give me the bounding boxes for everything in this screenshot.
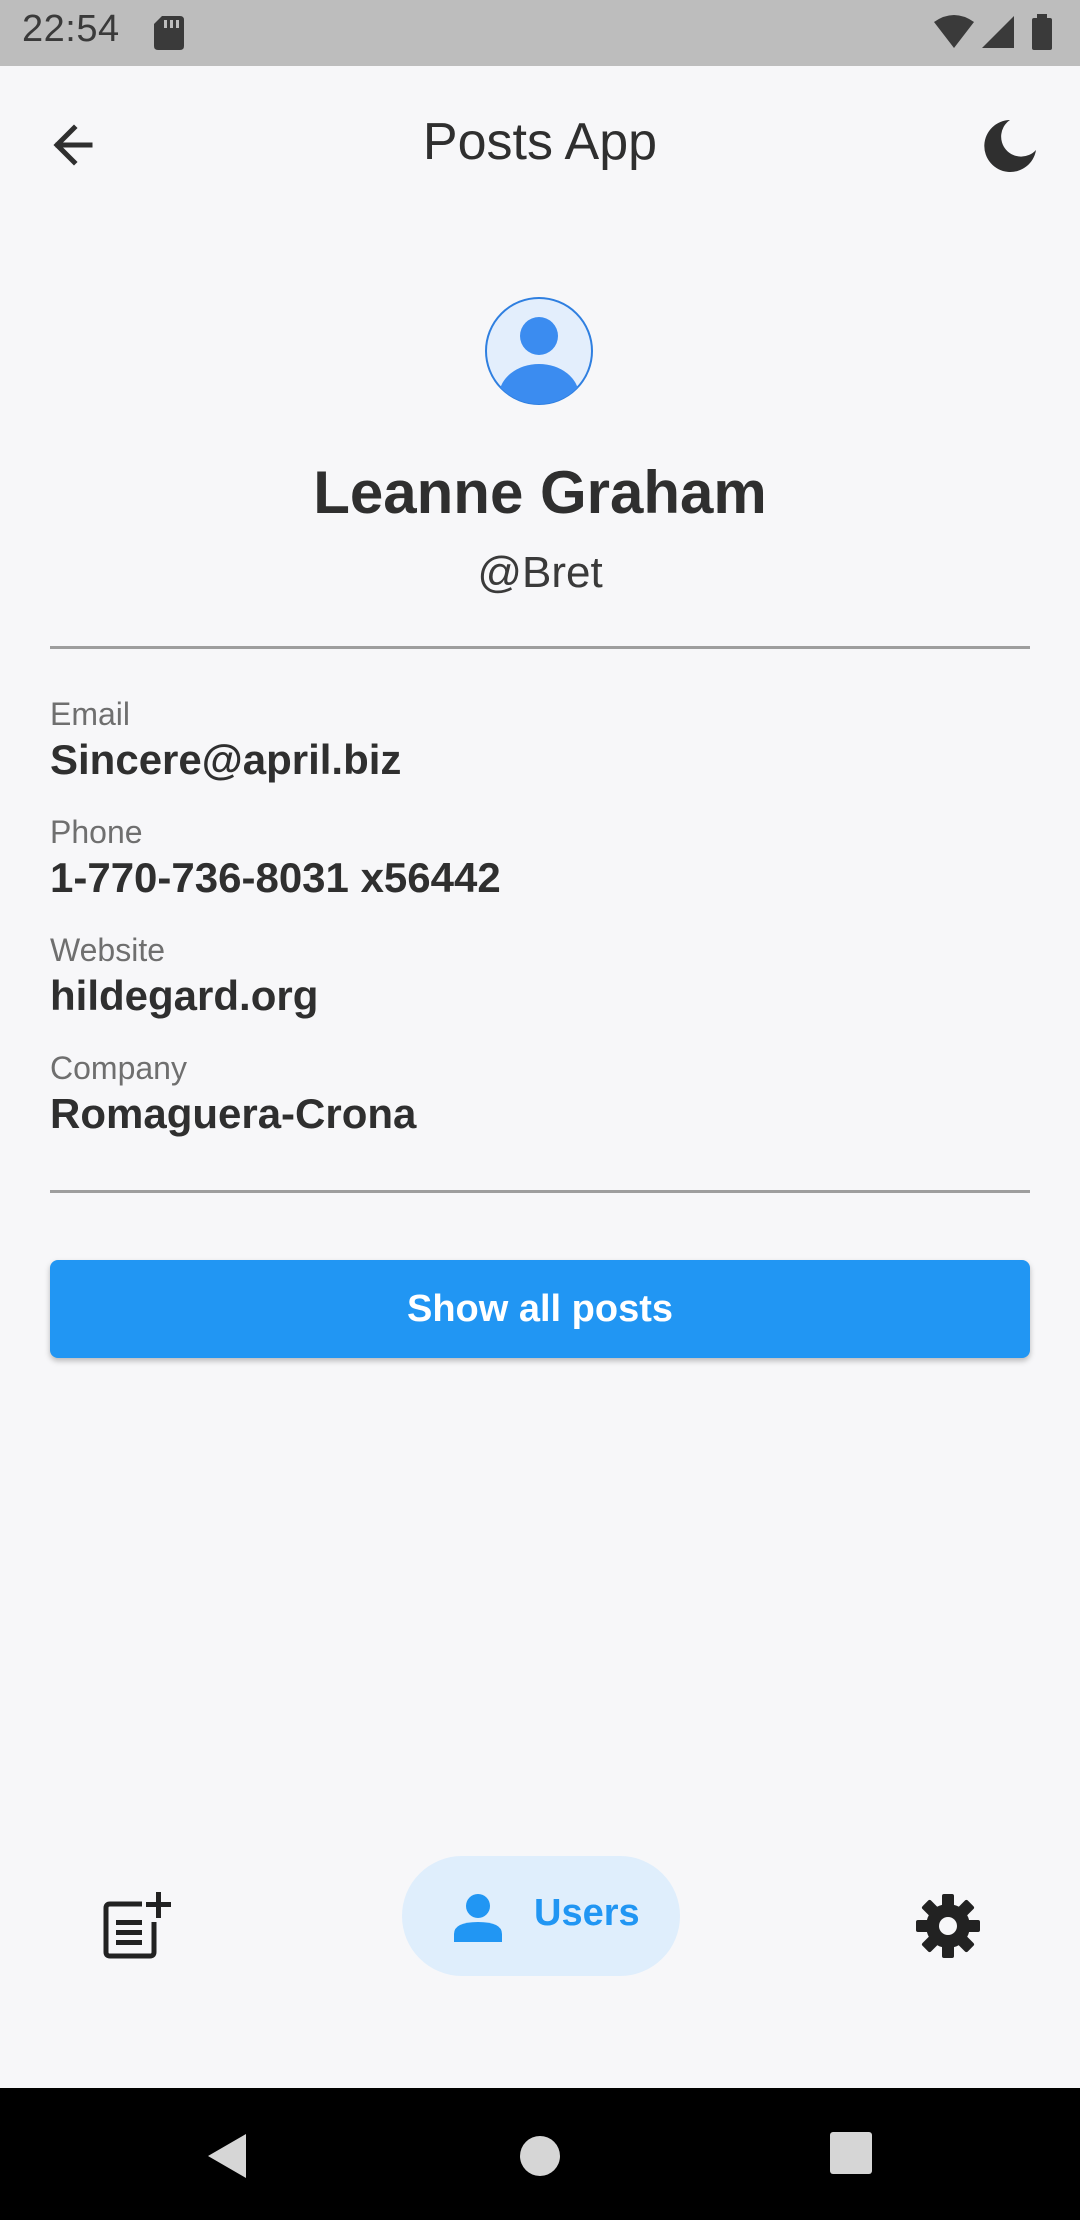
account-circle-icon [485,297,593,405]
moon-icon[interactable] [974,110,1044,180]
nav-item-users-label: Users [534,1892,640,1934]
divider [50,1190,1030,1193]
page-title: Posts App [422,113,658,171]
gear-icon[interactable] [910,1888,986,1964]
phone-value: 1-770-736-8031 x56442 [50,854,501,901]
show-all-posts-button[interactable]: Show all posts [50,1260,1030,1358]
phone-label: Phone [50,814,143,850]
bottom-navigation: Users [0,1836,1080,2088]
website-label: Website [50,932,166,968]
email-label: Email [50,696,131,732]
user-name: Leanne Graham [313,459,767,526]
nav-item-users[interactable]: Users [402,1856,680,1976]
website-value: hildegard.org [50,972,319,1019]
status-icons [934,14,1052,50]
user-handle: @Bret [477,548,603,597]
status-time: 22:54 [22,8,120,50]
signal-icon [982,16,1014,48]
post-add-icon[interactable] [96,1890,172,1966]
divider [50,646,1030,649]
system-navigation-bar [0,2088,1080,2220]
person-icon [454,1894,502,1942]
wifi-icon [934,15,974,48]
company-value: Romaguera-Crona [50,1090,417,1137]
system-back-icon[interactable] [200,2128,256,2184]
company-label: Company [50,1050,187,1086]
status-bar: 22:54 [0,0,1080,66]
sd-card-icon [154,16,184,50]
app-bar: Posts App [0,66,1080,222]
email-value: Sincere@april.biz [50,736,402,783]
battery-icon [1032,14,1052,50]
system-home-icon[interactable] [518,2128,562,2184]
system-recents-icon[interactable] [828,2130,874,2176]
